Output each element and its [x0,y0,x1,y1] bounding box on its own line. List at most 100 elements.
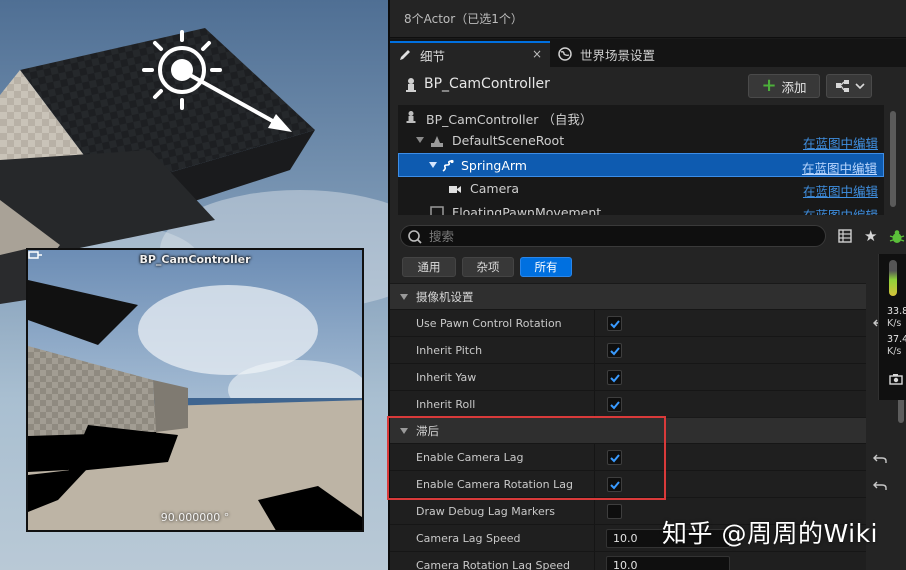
property-row-camera-rotation-lag-speed: Camera Rotation Lag Speed 10.0 [390,551,866,570]
property-row-use-pawn-control-rotation: Use Pawn Control Rotation [390,309,866,337]
chevron-down-icon[interactable] [416,137,424,143]
details-panel: BP_CamController + 添加 BP_CamController （… [390,67,906,570]
blueprint-icon [836,80,865,92]
level-viewport[interactable]: BP_CamController 90.000000 ° [0,0,388,570]
movement-component-icon [430,206,444,215]
category-label: 摄像机设置 [416,290,474,304]
filter-row: 通用 杂项 所有 [390,253,906,281]
property-label: Enable Camera Rotation Lag [416,478,573,491]
preview-angle: 90.000000 ° [160,511,230,524]
filter-common-button[interactable]: 通用 [402,257,456,277]
pawn-icon [406,78,416,92]
category-label: 滞后 [416,424,439,438]
search-icon [408,230,422,244]
property-label: Camera Rotation Lag Speed [416,559,570,570]
stat-unit: K/s [887,318,902,329]
property-row-enable-camera-rotation-lag: Enable Camera Rotation Lag [390,470,866,498]
chevron-down-icon[interactable] [400,294,408,300]
filter-all-button[interactable]: 所有 [520,257,572,277]
chevron-down-icon[interactable] [400,428,408,434]
camera-preview: BP_CamController 90.000000 ° [26,248,364,532]
property-label: Inherit Roll [416,398,476,411]
component-row-defaultsceneroot[interactable]: DefaultSceneRoot 在蓝图中编辑 [398,129,884,153]
component-tree-scrollbar[interactable] [890,111,896,207]
property-label: Inherit Yaw [416,371,477,384]
edit-in-blueprint-link[interactable]: 在蓝图中编辑 [802,158,877,177]
tab-world-settings[interactable]: 世界场景设置 [558,41,678,67]
close-icon[interactable]: × [532,47,542,61]
edit-in-blueprint-link[interactable]: 在蓝图中编辑 [803,181,878,200]
preview-scene [28,250,362,530]
use-pawn-control-rotation-checkbox[interactable] [607,316,622,331]
property-label: Draw Debug Lag Markers [416,505,555,518]
search-input[interactable] [429,228,809,244]
camera-icon [449,186,461,193]
component-tree[interactable]: BP_CamController （自我） DefaultSceneRoot 在… [398,105,884,215]
inherit-pitch-checkbox[interactable] [607,343,622,358]
search-box[interactable] [400,225,826,247]
pivot-icon [28,251,42,259]
component-row-floatingpawnmovement[interactable]: FloatingPawnMovement 在蓝图中编辑 [398,201,884,215]
stat-unit: K/s [887,346,902,357]
blueprint-options-button[interactable] [826,74,872,98]
right-panel: 8个Actor（已选1个） 细节 × 世界场景设置 BP_CamControll… [388,0,906,570]
stats-bar [889,260,897,296]
camera-rotation-lag-speed-field[interactable]: 10.0 [606,556,730,570]
spring-arm-icon [442,159,454,172]
tab-details[interactable]: 细节 × [390,41,550,67]
inherit-yaw-checkbox[interactable] [607,370,622,385]
enable-camera-rotation-lag-checkbox[interactable] [607,477,622,492]
category-camera-settings[interactable]: 摄像机设置 [390,283,866,309]
tab-details-label: 细节 [420,48,446,64]
property-row-enable-camera-lag: Enable Camera Lag [390,443,866,471]
tab-world-settings-label: 世界场景设置 [580,47,656,63]
draw-debug-lag-markers-checkbox[interactable] [607,504,622,519]
component-label: Camera [470,181,520,196]
component-row-self[interactable]: BP_CamController （自我） [398,105,884,129]
inherit-roll-checkbox[interactable] [607,397,622,412]
category-lag[interactable]: 滞后 [390,417,866,443]
scene-root-icon [431,136,443,147]
add-component-label: 添加 [781,79,807,95]
globe-icon [558,47,572,61]
checkmark-icon [610,481,620,490]
reset-to-default-icon[interactable] [873,452,887,464]
add-component-button[interactable]: + 添加 [748,74,820,98]
chevron-down-icon[interactable] [429,162,437,168]
checkmark-icon [610,454,620,463]
checkmark-icon [610,320,620,329]
stat-value: 37.4 [887,334,906,345]
tab-bar: 细节 × 世界场景设置 [390,39,906,67]
pencil-icon [400,50,410,60]
edit-in-blueprint-link[interactable]: 在蓝图中编辑 [803,133,878,152]
checkmark-icon [610,347,620,356]
stat-value: 33.8 [887,306,906,317]
checkmark-icon [610,401,620,410]
actor-count: 8个Actor（已选1个） [404,12,523,26]
checkmark-icon [610,374,620,383]
camera-icon[interactable] [889,373,903,385]
search-row: ★ [390,221,906,251]
component-row-springarm[interactable]: SpringArm 在蓝图中编辑 [398,153,884,177]
property-row-inherit-pitch: Inherit Pitch [390,336,866,364]
component-row-camera[interactable]: Camera 在蓝图中编辑 [398,177,884,201]
property-label: Inherit Pitch [416,344,483,357]
star-icon[interactable]: ★ [864,227,877,245]
debug-filter-icon[interactable] [889,229,905,245]
pawn-icon [406,111,416,123]
plus-icon: + [761,75,777,96]
edit-in-blueprint-link[interactable]: 在蓝图中编辑 [803,205,878,215]
stats-panel: 33.8 K/s 37.4 K/s [878,254,906,400]
actor-header: BP_CamController + 添加 [390,67,906,103]
component-label: SpringArm [461,158,527,173]
property-label: Enable Camera Lag [416,451,524,464]
property-row-inherit-yaw: Inherit Yaw [390,363,866,391]
preview-title: BP_CamController [139,253,251,266]
property-row-inherit-roll: Inherit Roll [390,390,866,418]
filter-misc-button[interactable]: 杂项 [462,257,514,277]
property-matrix-icon[interactable] [838,229,852,243]
property-label: Camera Lag Speed [416,532,521,545]
enable-camera-lag-checkbox[interactable] [607,450,622,465]
reset-to-default-icon[interactable] [873,479,887,491]
component-label: BP_CamController （自我） [426,112,593,127]
